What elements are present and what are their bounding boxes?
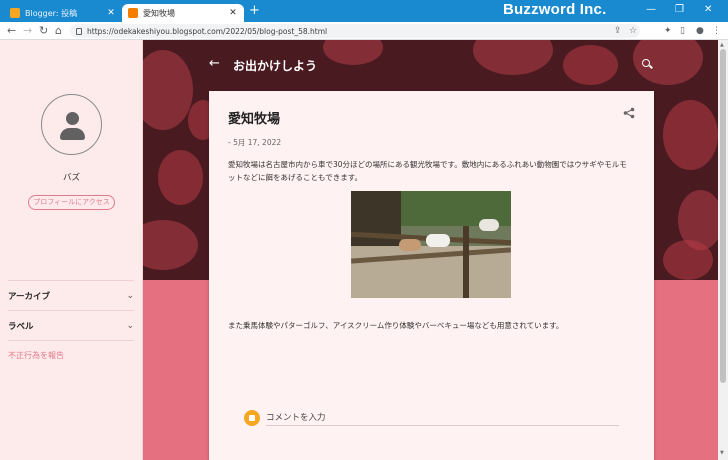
avatar[interactable] xyxy=(41,94,102,155)
divider xyxy=(8,340,134,341)
scroll-down-icon[interactable]: ▼ xyxy=(720,450,724,456)
browser-tabstrip: Blogger: 投稿 ✕ 愛知牧場 ✕ + Buzzword Inc. — ❐… xyxy=(0,0,728,22)
forward-button[interactable]: → xyxy=(23,24,32,38)
comment-underline xyxy=(266,425,619,426)
post-paragraph: また乗馬体験やパターゴルフ、アイスクリーム作り体験やバーベキュー場なども用意され… xyxy=(228,321,564,330)
sidebar-item-label: ラベル xyxy=(8,321,34,332)
back-arrow-icon[interactable]: ← xyxy=(209,57,220,71)
restore-button[interactable]: ❐ xyxy=(675,4,684,15)
minimize-button[interactable]: — xyxy=(646,4,656,15)
visit-profile-button[interactable]: プロフィールにアクセス xyxy=(28,195,115,210)
share-page-icon[interactable]: ⇪ xyxy=(614,25,622,37)
tab-close-icon[interactable]: ✕ xyxy=(228,8,238,18)
post-card: 愛知牧場 - 5月 17, 2022 愛知牧場は名古屋市内から車で30分ほどの場… xyxy=(209,91,654,460)
goats-photo[interactable] xyxy=(351,191,511,298)
comment-input[interactable]: コメントを入力 xyxy=(266,411,326,423)
blogger-favicon-icon xyxy=(10,8,20,18)
brand-watermark: Buzzword Inc. xyxy=(503,1,607,18)
home-button[interactable]: ⌂ xyxy=(55,24,62,38)
author-name: バズ xyxy=(62,173,80,183)
menu-icon[interactable]: ⋮ xyxy=(712,25,721,37)
lock-icon xyxy=(76,27,82,35)
extensions-icon[interactable]: ✦ xyxy=(664,25,672,37)
scroll-up-icon[interactable]: ▲ xyxy=(720,42,724,48)
chevron-down-icon: ⌄ xyxy=(126,290,134,301)
tab-title: Blogger: 投稿 xyxy=(25,8,78,18)
sidebar-item-archive[interactable]: アーカイブ ⌄ xyxy=(8,280,134,310)
url-text: https://odekakeshiyou.blogspot.com/2022/… xyxy=(87,26,328,36)
tab-blogger-posts[interactable]: Blogger: 投稿 ✕ xyxy=(4,4,122,22)
post-paragraph: 愛知牧場は名古屋市内から車で30分ほどの場所にある観光牧場です。敷地内にあるふれ… xyxy=(228,160,627,182)
sidebar-item-labels[interactable]: ラベル ⌄ xyxy=(8,310,134,340)
close-window-button[interactable]: ✕ xyxy=(704,4,712,15)
avatar-body xyxy=(60,128,85,140)
search-icon[interactable] xyxy=(642,59,650,67)
scrollbar-thumb[interactable] xyxy=(720,49,726,383)
blog-sidebar: バズ プロフィールにアクセス アーカイブ ⌄ ラベル ⌄ 不正行為を報告 xyxy=(0,40,143,460)
blog-title[interactable]: お出かけしよう xyxy=(233,57,317,74)
chevron-down-icon: ⌄ xyxy=(126,320,134,331)
post-title: 愛知牧場 xyxy=(228,112,281,127)
back-button[interactable]: ← xyxy=(7,24,16,38)
tab-close-icon[interactable]: ✕ xyxy=(106,8,116,18)
side-panel-icon[interactable]: ▯ xyxy=(680,25,685,37)
sidebar-item-label: アーカイブ xyxy=(8,291,50,302)
bookmark-star-icon[interactable]: ☆ xyxy=(629,25,637,37)
share-icon[interactable] xyxy=(623,107,635,119)
report-abuse-link[interactable]: 不正行為を報告 xyxy=(8,350,64,361)
profile-icon[interactable]: ● xyxy=(696,25,704,37)
post-date: - 5月 17, 2022 xyxy=(228,138,282,147)
blogger-icon xyxy=(244,410,260,426)
address-bar[interactable]: https://odekakeshiyou.blogspot.com/2022/… xyxy=(70,24,640,38)
blog-main: ← お出かけしよう 愛知牧場 - 5月 17, 2022 愛知牧場は名古屋市内か… xyxy=(143,40,718,460)
browser-toolbar: ← → ↻ ⌂ https://odekakeshiyou.blogspot.c… xyxy=(0,22,728,40)
tab-title: 愛知牧場 xyxy=(143,8,175,18)
tab-aichi-bokujo[interactable]: 愛知牧場 ✕ xyxy=(122,4,244,22)
reload-button[interactable]: ↻ xyxy=(39,24,48,38)
new-tab-button[interactable]: + xyxy=(249,3,260,19)
blogger-favicon-icon xyxy=(128,8,138,18)
avatar-head xyxy=(66,112,79,125)
